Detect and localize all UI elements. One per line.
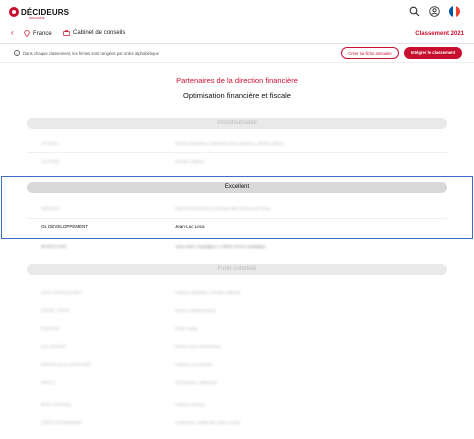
breadcrumb-category[interactable]: Cabinet de conseils (63, 30, 125, 36)
table-row[interactable]: KERVILLE & ASSOCIÉS Fabrice Lemonnier (27, 358, 447, 372)
create-listing-button[interactable]: Créer sa fiche annuaire (341, 47, 399, 59)
firm-name: EXCEL TOOS (41, 308, 70, 313)
focus-highlight-box (1, 176, 473, 239)
table-row[interactable]: EQUITIS Peter Haas (27, 322, 447, 336)
firm-name: INVESTAGE (41, 244, 67, 249)
user-account-icon[interactable] (429, 6, 440, 17)
firm-people: Fabien Martinez | Albertine Dos Santos |… (175, 141, 285, 146)
firm-name: EQUITIS (41, 326, 60, 331)
firm-people: Jean-Marc Kaladjian | Céline Perrin-Kala… (175, 244, 266, 249)
firm-people: Peter Haas (175, 326, 198, 331)
firm-name: KAI GROUP (41, 344, 67, 349)
firm-name: LECTON (41, 159, 60, 164)
header-icons (409, 6, 460, 17)
table-row[interactable]: EXCEL TOOS Patrice Maltournaud (27, 304, 447, 318)
breadcrumb-category-label: Cabinet de conseils (73, 30, 126, 36)
table-row[interactable]: UZES PATRIMOINE Guillaume Gaillet de Sai… (27, 416, 447, 430)
page-title: Partenaires de la direction financière (176, 76, 298, 85)
location-pin-icon (24, 30, 30, 37)
ranking-year: Classement 2021 (415, 31, 464, 37)
breadcrumb-country-label: France (33, 30, 52, 37)
integrate-ranking-button[interactable]: Intégrer le classement (404, 47, 462, 59)
row-divider (27, 152, 447, 153)
back-chevron-icon[interactable]: ‹ (11, 28, 14, 37)
firm-people: Fabrice Mattiolo | Estelle Kakuze (175, 290, 241, 295)
firm-name: UZES PATRIMOINE (41, 420, 82, 425)
logo-subtitle: MAGAZINE (29, 16, 45, 20)
table-row[interactable]: LECTON Florian Gallant (27, 155, 447, 169)
france-flag-icon[interactable] (449, 6, 460, 17)
firm-people: Florian Gallant (175, 159, 205, 164)
logo-icon (9, 7, 19, 17)
info-text: Dans chaque classement, les firmes sont … (23, 51, 159, 56)
briefcase-icon (63, 30, 70, 36)
breadcrumb-country[interactable]: France (24, 30, 52, 37)
tier-header-incontournable: Incontournable (27, 118, 447, 129)
table-row[interactable]: PRICA Christophe Vallerand (27, 376, 447, 390)
table-row[interactable]: INVESTAGE Jean-Marc Kaladjian | Céline P… (27, 240, 447, 254)
top-header: DÉCIDEURS MAGAZINE (0, 0, 474, 26)
firm-name: PRICA (41, 380, 55, 385)
table-row[interactable]: ATHERA Fabien Martinez | Albertine Dos S… (27, 137, 447, 151)
firm-people: Christophe Vallerand (175, 380, 217, 385)
firm-people: Fabrice Dulaux (175, 402, 206, 407)
firm-people: Fabrice Lemonnier (175, 362, 213, 367)
table-row[interactable]: KAI GROUP Marie-Anne Rochebois (27, 340, 447, 354)
info-bar: i Dans chaque classement, les firmes son… (0, 44, 474, 63)
table-row[interactable]: RHG CONSEIL Fabrice Dulaux (27, 398, 447, 412)
firm-name: AFIS CONSULTING (41, 290, 82, 295)
info-icon: i (14, 50, 20, 56)
breadcrumb: ‹ France Cabinet de conseils Classement … (0, 26, 474, 44)
tier-header-forte-notoriete: Forte notoriété (27, 264, 447, 275)
table-row[interactable]: AFIS CONSULTING Fabrice Mattiolo | Estel… (27, 286, 447, 300)
firm-people: Patrice Maltournaud (175, 308, 216, 313)
page-subtitle: Optimisation financière et fiscale (183, 91, 291, 100)
firm-name: KERVILLE & ASSOCIÉS (41, 362, 91, 367)
firm-name: RHG CONSEIL (41, 402, 73, 407)
firm-people: Marie-Anne Rochebois (175, 344, 221, 349)
firm-people: Guillaume Gaillet de Saint-Avold (175, 420, 240, 425)
firm-name: ATHERA (41, 141, 59, 146)
search-icon[interactable] (409, 6, 420, 17)
